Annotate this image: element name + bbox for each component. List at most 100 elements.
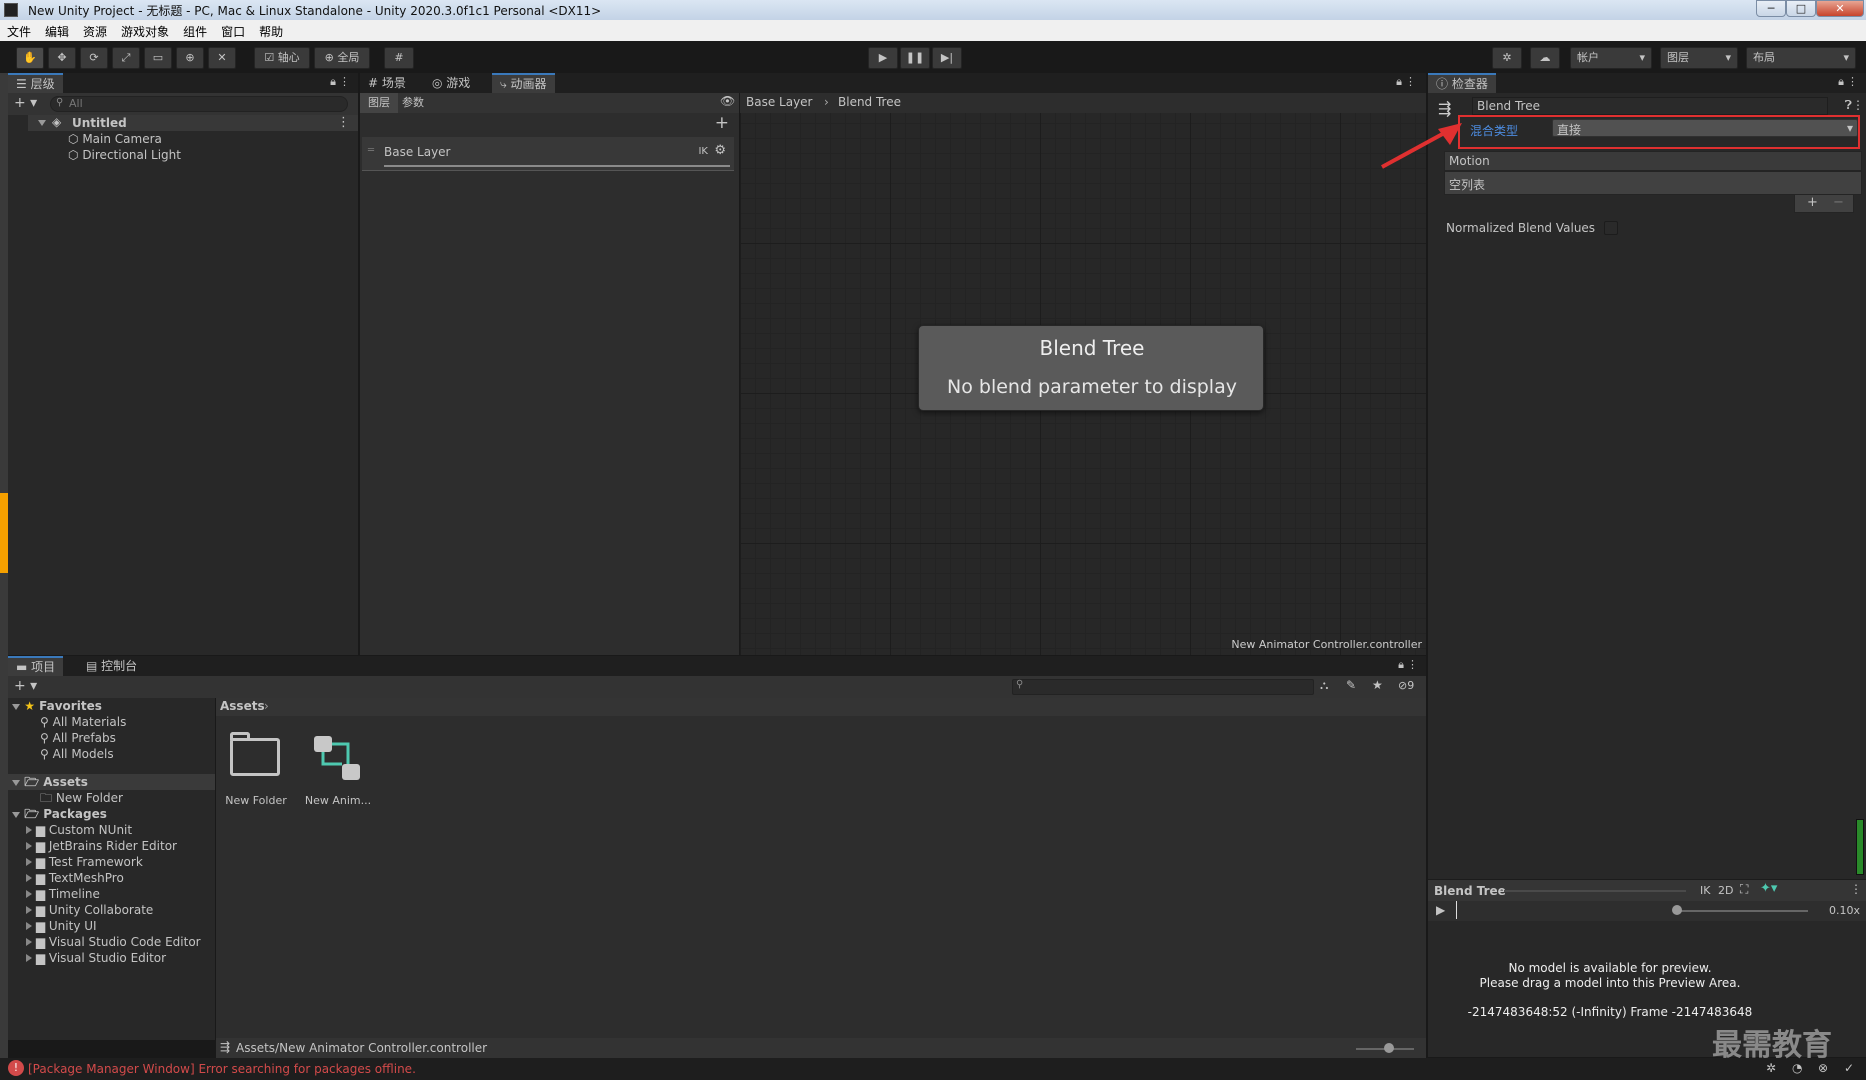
- animator-controller-icon[interactable]: [312, 734, 364, 784]
- icon-size-slider-thumb[interactable]: [1384, 1043, 1394, 1053]
- maximize-button[interactable]: □: [1786, 0, 1816, 17]
- favorite-star-icon[interactable]: ★: [1372, 678, 1383, 692]
- breadcrumb-base-layer[interactable]: Base Layer: [746, 95, 827, 109]
- menu-gameobject[interactable]: 游戏对象: [114, 20, 176, 40]
- lock-icon[interactable]: 🔒︎: [330, 75, 336, 89]
- breadcrumb-blend-tree[interactable]: Blend Tree: [838, 95, 901, 109]
- play-button[interactable]: ▶: [868, 47, 898, 69]
- status-error-message[interactable]: [Package Manager Window] Error searching…: [28, 1062, 416, 1076]
- global-toggle[interactable]: ⊕ 全局: [314, 47, 370, 69]
- package-item[interactable]: ▆ JetBrains Rider Editor: [26, 838, 177, 854]
- more-menu-icon[interactable]: ⋮: [1405, 75, 1416, 88]
- transform-tool-icon[interactable]: ⊕: [176, 47, 204, 69]
- favorite-item[interactable]: ⚲ All Models: [40, 746, 114, 762]
- custom-tool-icon[interactable]: ✕: [208, 47, 236, 69]
- account-dropdown[interactable]: 帐户 ▾: [1570, 47, 1652, 69]
- error-icon[interactable]: !: [8, 1060, 24, 1076]
- lock-icon[interactable]: 🔒︎: [1396, 75, 1402, 89]
- component-menu-icon[interactable]: ⋮: [1852, 98, 1864, 112]
- scene-menu-icon[interactable]: ⋮: [337, 115, 350, 130]
- pause-button[interactable]: ❚❚: [900, 47, 930, 69]
- package-item[interactable]: ▆ Unity UI: [26, 918, 97, 934]
- pivot-toggle[interactable]: ☑ 轴心: [254, 47, 310, 69]
- help-icon[interactable]: ❓︎: [1845, 98, 1852, 113]
- menu-edit[interactable]: 编辑: [38, 20, 76, 40]
- search-by-label-icon[interactable]: ✎: [1346, 678, 1356, 692]
- collab-icon[interactable]: ✲: [1492, 47, 1522, 69]
- favorites-row[interactable]: ★ Favorites: [12, 698, 102, 714]
- favorite-item[interactable]: ⚲ All Materials: [40, 714, 126, 730]
- folder-icon[interactable]: [230, 738, 280, 776]
- eye-icon[interactable]: 👁︎: [720, 94, 735, 108]
- asset-folder-item[interactable]: 🗀︎ New Folder: [40, 790, 123, 806]
- more-menu-icon[interactable]: ⋮: [1847, 75, 1858, 88]
- project-breadcrumb[interactable]: Assets: [220, 699, 265, 713]
- layers-dropdown[interactable]: 图层 ▾: [1660, 47, 1738, 69]
- speed-slider-thumb[interactable]: [1672, 905, 1682, 915]
- hierarchy-item[interactable]: ⬡ Directional Light: [68, 147, 181, 163]
- tab-inspector[interactable]: ⓘ 检查器: [1428, 73, 1496, 93]
- hierarchy-item[interactable]: ⬡ Main Camera: [68, 131, 162, 147]
- tab-project[interactable]: ▬ 项目: [8, 656, 64, 676]
- remove-motion-button[interactable]: −: [1833, 195, 1844, 210]
- tab-game[interactable]: ◎ 游戏: [424, 73, 478, 93]
- hand-tool-icon[interactable]: ✋: [16, 47, 44, 69]
- grid-snap-icon[interactable]: #: [384, 47, 414, 69]
- more-menu-icon[interactable]: ⋮: [1850, 882, 1862, 896]
- menu-component[interactable]: 组件: [176, 20, 214, 40]
- packages-row[interactable]: 🗁︎ Packages: [12, 806, 107, 822]
- package-item[interactable]: ▆ Visual Studio Editor: [26, 950, 166, 966]
- package-item[interactable]: ▆ Test Framework: [26, 854, 143, 870]
- cloud-icon[interactable]: ☁: [1530, 47, 1560, 69]
- menu-window[interactable]: 窗口: [214, 20, 252, 40]
- tab-animator[interactable]: ⤷ 动画器: [492, 73, 555, 93]
- drag-handle-icon[interactable]: ═: [368, 145, 374, 156]
- lock-icon[interactable]: 🔒︎: [1838, 75, 1844, 89]
- rotate-tool-icon[interactable]: ⟳: [80, 47, 108, 69]
- close-button[interactable]: ✕: [1816, 0, 1864, 17]
- preview-timeline-cursor[interactable]: [1456, 901, 1457, 919]
- tab-console[interactable]: ▤ 控制台: [78, 656, 145, 676]
- move-tool-icon[interactable]: ✥: [48, 47, 76, 69]
- speed-slider[interactable]: [1678, 910, 1808, 912]
- preview-ik-toggle[interactable]: IK: [1700, 884, 1710, 897]
- layer-item[interactable]: ═ Base Layer IK ⚙: [362, 137, 734, 171]
- menu-assets[interactable]: 资源: [76, 20, 114, 40]
- package-item[interactable]: ▆ Visual Studio Code Editor: [26, 934, 201, 950]
- package-item[interactable]: ▆ Unity Collaborate: [26, 902, 153, 918]
- search-by-type-icon[interactable]: ⛬: [1320, 678, 1328, 693]
- lock-icon[interactable]: 🔒︎: [1398, 658, 1404, 672]
- hierarchy-search-input[interactable]: All: [50, 96, 348, 112]
- hidden-packages-toggle[interactable]: ⊘9: [1398, 679, 1414, 692]
- package-item[interactable]: ▆ TextMeshPro: [26, 870, 124, 886]
- preview-2d-toggle[interactable]: 2D: [1718, 884, 1733, 897]
- tab-layers[interactable]: 图层: [360, 93, 398, 113]
- expand-arrow-icon[interactable]: [38, 120, 46, 126]
- animator-graph[interactable]: 👁︎ Base Layer › Blend Tree Blend Tree No…: [720, 93, 1426, 655]
- more-menu-icon[interactable]: ⋮: [339, 75, 350, 88]
- gear-icon[interactable]: ⚙: [714, 143, 726, 158]
- assets-row[interactable]: 🗁︎ Assets: [8, 774, 215, 790]
- rect-tool-icon[interactable]: ▭: [144, 47, 172, 69]
- normalized-blend-checkbox[interactable]: [1604, 221, 1618, 235]
- blend-tree-node[interactable]: Blend Tree No blend parameter to display: [918, 325, 1264, 411]
- create-dropdown[interactable]: + ▾: [14, 678, 37, 694]
- tab-hierarchy[interactable]: ☰ 层级: [8, 73, 63, 93]
- tab-scene[interactable]: # 场景: [360, 73, 414, 93]
- pivot-icon[interactable]: ⛶: [1740, 882, 1748, 897]
- menu-file[interactable]: 文件: [0, 20, 38, 40]
- scene-row[interactable]: ◈ Untitled ⋮: [28, 115, 358, 131]
- notification-icon[interactable]: ✓: [1844, 1061, 1854, 1075]
- preview-play-button[interactable]: ▶: [1436, 903, 1445, 917]
- layout-dropdown[interactable]: 布局 ▾: [1746, 47, 1856, 69]
- blend-type-dropdown[interactable]: 直接 ▾: [1552, 119, 1858, 137]
- step-button[interactable]: ▶|: [932, 47, 962, 69]
- more-menu-icon[interactable]: ⋮: [1407, 658, 1418, 671]
- add-dropdown[interactable]: + ▾: [14, 95, 37, 111]
- project-search-input[interactable]: [1012, 679, 1314, 695]
- object-name-field[interactable]: Blend Tree: [1472, 97, 1828, 115]
- avatar-icon[interactable]: ✦▾: [1760, 881, 1777, 896]
- add-motion-button[interactable]: +: [1807, 195, 1818, 210]
- package-item[interactable]: ▆ Custom NUnit: [26, 822, 132, 838]
- menu-help[interactable]: 帮助: [252, 20, 290, 40]
